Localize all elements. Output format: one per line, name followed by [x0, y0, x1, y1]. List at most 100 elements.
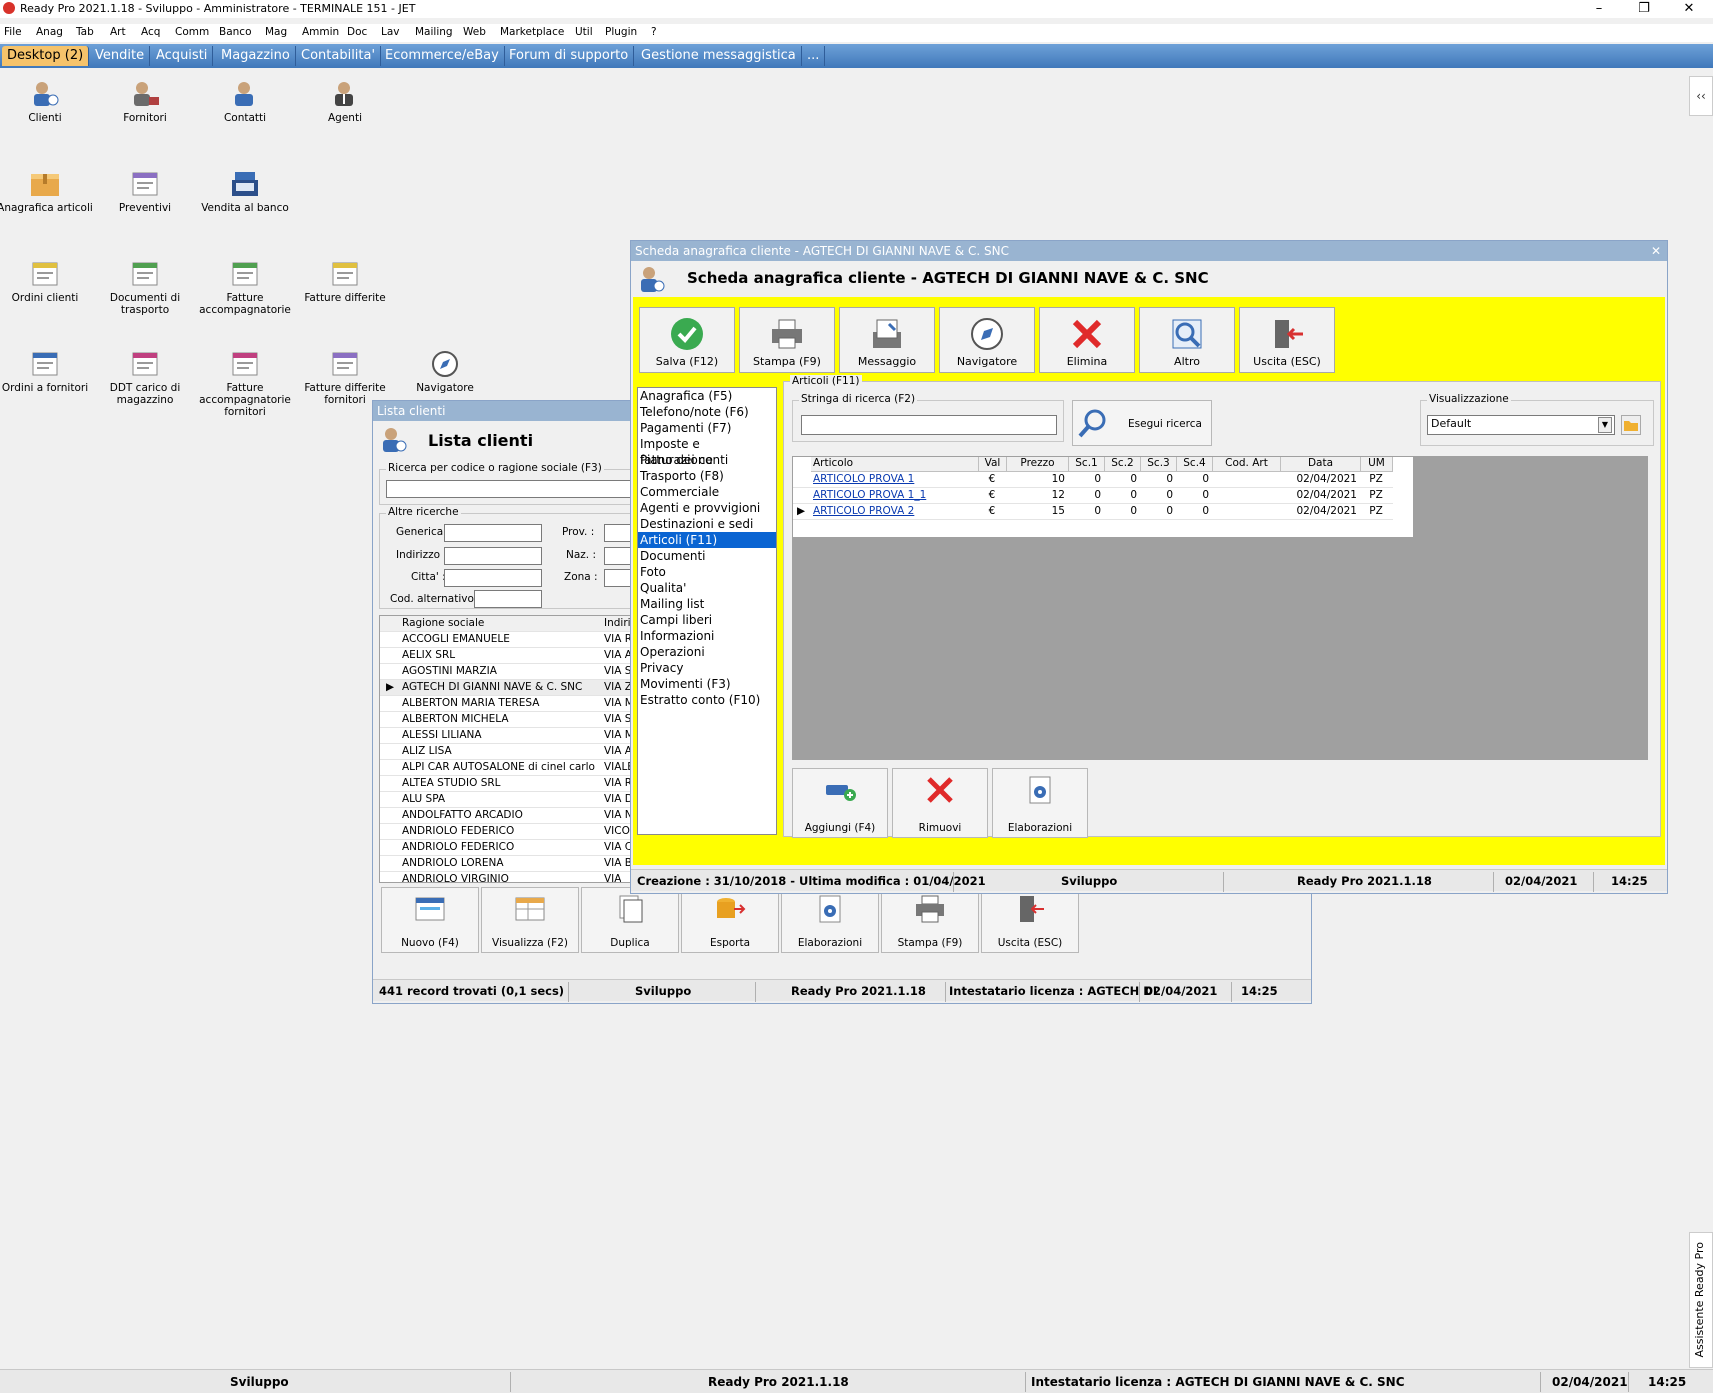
tab-messaggistica[interactable]: Gestione messaggistica: [636, 46, 802, 66]
table-row[interactable]: ARTICOLO PROVA 1_1 €12 0 0 0 0 02/04/2021 PZ: [793, 488, 1393, 504]
tab-vendite[interactable]: Vendite: [90, 46, 151, 66]
nav-item[interactable]: Pagamenti (F7): [638, 420, 776, 436]
column-header[interactable]: Data: [1281, 457, 1361, 472]
uscita-button[interactable]: Uscita (ESC): [1239, 307, 1335, 373]
folder-icon[interactable]: [1621, 415, 1641, 435]
tab-forum[interactable]: Forum di supporto: [504, 46, 635, 66]
desktop-icon-fatture-acc-fornitori[interactable]: Fatture accompagnatorie fornitori: [195, 350, 295, 418]
nav-item[interactable]: Campi liberi: [638, 612, 776, 628]
desktop-icon-agenti[interactable]: Agenti: [295, 80, 395, 124]
nav-item[interactable]: Informazioni: [638, 628, 776, 644]
desktop-icon-fatture-accompagnatorie[interactable]: Fatture accompagnatorie: [195, 260, 295, 316]
scheda-section-nav[interactable]: Anagrafica (F5) Telefono/note (F6) Pagamen…: [637, 387, 777, 835]
nav-item[interactable]: Commerciale: [638, 484, 776, 500]
side-panel-collapse-button[interactable]: ‹‹: [1689, 76, 1713, 116]
indirizzo-input[interactable]: [444, 547, 542, 565]
desktop-icon-ordini-clienti[interactable]: Ordini clienti: [0, 260, 95, 304]
tab-magazzino[interactable]: Magazzino: [216, 46, 296, 66]
search-string-input[interactable]: [801, 415, 1057, 435]
column-header[interactable]: Cod. Art: [1213, 457, 1281, 472]
desktop-icon-vendita-banco[interactable]: Vendita al banco: [195, 170, 295, 214]
menu-doc[interactable]: Doc: [347, 26, 367, 38]
elaborazioni-button[interactable]: Elaborazioni: [992, 768, 1088, 838]
close-button[interactable]: ✕: [1667, 0, 1711, 18]
menu-mag[interactable]: Mag: [265, 26, 287, 38]
nav-item[interactable]: Estratto conto (F10): [638, 692, 776, 708]
desktop-icon-navigatore[interactable]: Navigatore: [395, 350, 495, 394]
window-titlebar[interactable]: Scheda anagrafica cliente - AGTECH DI GI…: [631, 241, 1667, 261]
nuovo-button[interactable]: Nuovo (F4): [381, 887, 479, 953]
menu-mailing[interactable]: Mailing: [415, 26, 453, 38]
articoli-grid[interactable]: Articolo Val Prezzo Sc.1 Sc.2 Sc.3 Sc.4 Cod. Ar…: [792, 456, 1648, 760]
nav-item[interactable]: Anagrafica (F5): [638, 388, 776, 404]
elimina-button[interactable]: Elimina: [1039, 307, 1135, 373]
stampa-button[interactable]: Stampa (F9): [739, 307, 835, 373]
article-link[interactable]: ARTICOLO PROVA 1_1: [813, 489, 975, 501]
menu-acq[interactable]: Acq: [141, 26, 160, 38]
nav-item[interactable]: Destinazioni e sedi: [638, 516, 776, 532]
elaborazioni-button[interactable]: Elaborazioni: [781, 887, 879, 953]
nav-item[interactable]: Telefono/note (F6): [638, 404, 776, 420]
visualizza-button[interactable]: Visualizza (F2): [481, 887, 579, 953]
nav-item[interactable]: Agenti e provvigioni: [638, 500, 776, 516]
menu-file[interactable]: File: [4, 26, 22, 38]
navigatore-button[interactable]: Navigatore: [939, 307, 1035, 373]
aggiungi-button[interactable]: Aggiungi (F4): [792, 768, 888, 838]
tab-ecommerce[interactable]: Ecommerce/eBay: [380, 46, 505, 66]
tab-contabilita[interactable]: Contabilita': [296, 46, 382, 66]
altro-button[interactable]: Altro: [1139, 307, 1235, 373]
messaggio-button[interactable]: Messaggio: [839, 307, 935, 373]
table-row[interactable]: ARTICOLO PROVA 1 €10 0 0 0 0 02/04/2021 PZ: [793, 472, 1393, 488]
close-icon[interactable]: ✕: [1651, 241, 1661, 261]
chevron-down-icon[interactable]: ▼: [1598, 417, 1612, 433]
nav-item[interactable]: Piano dei conti: [638, 452, 776, 468]
menu-lav[interactable]: Lav: [381, 26, 400, 38]
duplica-button[interactable]: Duplica: [581, 887, 679, 953]
nav-item[interactable]: Movimenti (F3): [638, 676, 776, 692]
minimize-button[interactable]: –: [1577, 0, 1621, 18]
stampa-button[interactable]: Stampa (F9): [881, 887, 979, 953]
column-header[interactable]: Ragione sociale: [402, 617, 484, 629]
cod-alternativo-input[interactable]: [474, 590, 542, 608]
menu-comm[interactable]: Comm: [175, 26, 209, 38]
menu-anag[interactable]: Anag: [36, 26, 63, 38]
column-header[interactable]: Prezzo: [1007, 457, 1069, 472]
desktop-icon-ddt-carico[interactable]: DDT carico di magazzino: [95, 350, 195, 406]
article-link[interactable]: ARTICOLO PROVA 2: [813, 505, 975, 517]
menu-art[interactable]: Art: [110, 26, 126, 38]
column-header[interactable]: Articolo: [811, 457, 979, 472]
nav-item[interactable]: Foto: [638, 564, 776, 580]
desktop-icon-ddt[interactable]: Documenti di trasporto: [95, 260, 195, 316]
column-header[interactable]: Val: [979, 457, 1007, 472]
nav-item[interactable]: Qualita': [638, 580, 776, 596]
esporta-button[interactable]: Esporta: [681, 887, 779, 953]
generica-input[interactable]: [444, 524, 542, 542]
uscita-button[interactable]: Uscita (ESC): [981, 887, 1079, 953]
esegui-ricerca-button[interactable]: Esegui ricerca: [1072, 400, 1212, 446]
tab-acquisti[interactable]: Acquisti: [151, 46, 214, 66]
citta-input[interactable]: [444, 569, 542, 587]
desktop-icon-fatture-differite[interactable]: Fatture differite: [295, 260, 395, 304]
restore-button[interactable]: ❐: [1622, 0, 1666, 18]
column-header[interactable]: Sc.1: [1069, 457, 1105, 472]
nav-item[interactable]: Articoli (F11): [638, 532, 776, 548]
menu-web[interactable]: Web: [463, 26, 486, 38]
menu-tab[interactable]: Tab: [76, 26, 94, 38]
tab-desktop[interactable]: Desktop (2): [2, 46, 90, 66]
menu-ammin[interactable]: Ammin: [302, 26, 339, 38]
visualizzazione-select[interactable]: Default ▼: [1427, 415, 1615, 435]
nav-item[interactable]: Imposte e fatturazione: [638, 436, 776, 467]
article-link[interactable]: ARTICOLO PROVA 1: [813, 473, 975, 485]
column-header[interactable]: Sc.2: [1105, 457, 1141, 472]
tab-more[interactable]: ...: [802, 46, 826, 66]
menu-plugin[interactable]: Plugin: [605, 26, 637, 38]
desktop-icon-ordini-fornitori[interactable]: Ordini a fornitori: [0, 350, 95, 394]
nav-item[interactable]: Documenti: [638, 548, 776, 564]
assistant-tab[interactable]: Assistente Ready Pro: [1689, 1232, 1713, 1368]
rimuovi-button[interactable]: Rimuovi: [892, 768, 988, 838]
nav-item[interactable]: Privacy: [638, 660, 776, 676]
nav-item[interactable]: Trasporto (F8): [638, 468, 776, 484]
desktop-icon-fornitori[interactable]: Fornitori: [95, 80, 195, 124]
desktop-icon-fatture-diff-fornitori[interactable]: Fatture differite fornitori: [295, 350, 395, 406]
desktop-icon-preventivi[interactable]: Preventivi: [95, 170, 195, 214]
